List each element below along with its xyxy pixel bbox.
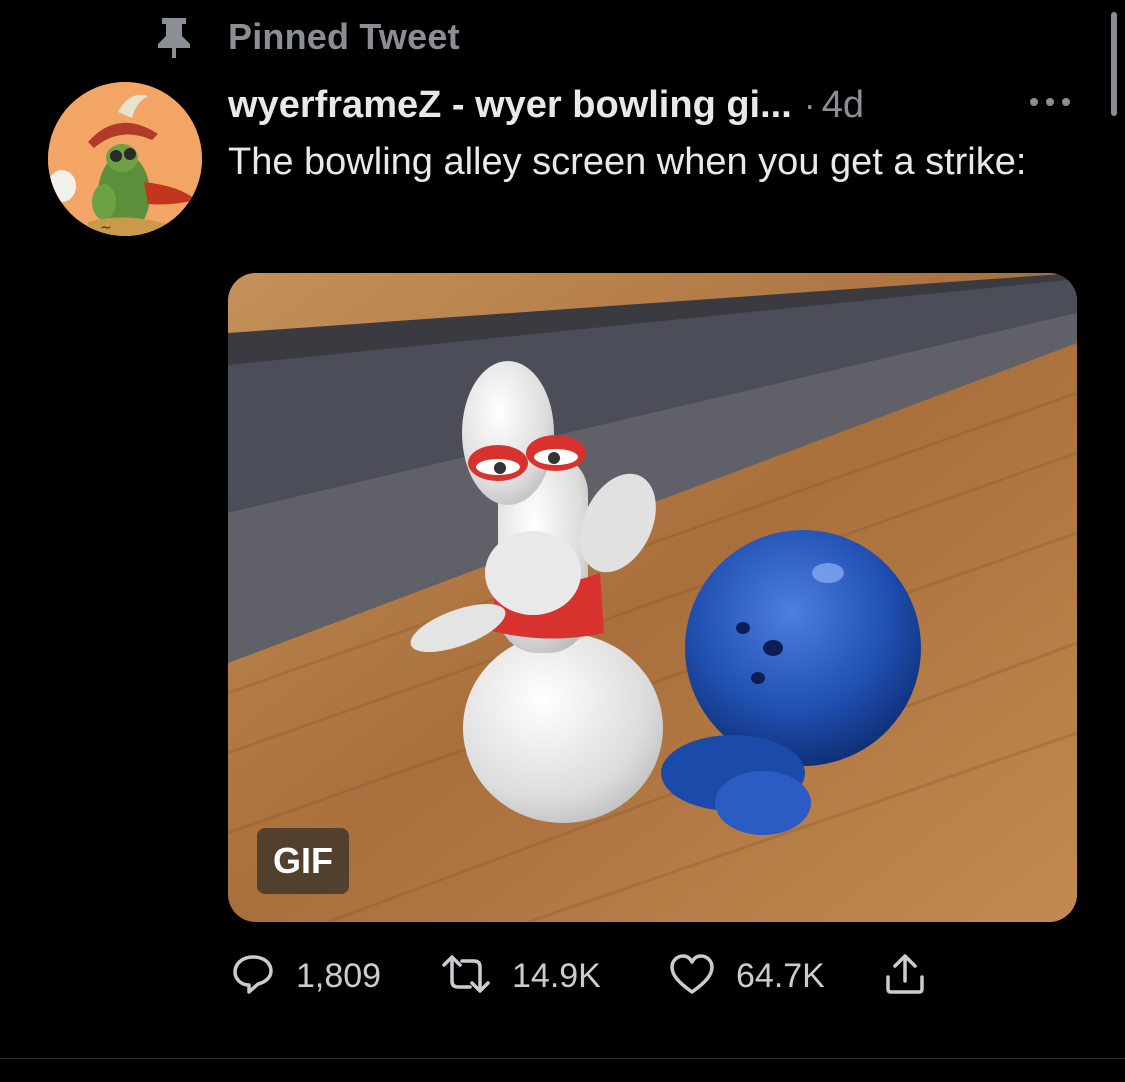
scrollbar[interactable] [1111,12,1117,116]
reply-button[interactable]: 1,809 [230,946,381,1006]
tweet-media-gif[interactable]: GIF [228,273,1077,922]
gif-frame [228,273,1077,922]
like-button[interactable]: 64.7K [668,946,825,1006]
retweet-icon [440,951,492,1002]
reply-icon [230,951,276,1002]
more-icon [1028,94,1072,112]
avatar[interactable]: ~ [48,82,202,236]
separator-dot: · [803,84,816,125]
divider [0,1058,1125,1059]
tweet-text: The bowling alley screen when you get a … [228,141,1027,183]
share-button[interactable] [882,946,928,1006]
pinned-label: Pinned Tweet [228,16,460,57]
retweet-button[interactable]: 14.9K [440,946,601,1006]
retweet-count: 14.9K [512,956,601,995]
tweet-header: wyerframeZ - wyer bowling gi... · 4d [228,78,1088,132]
like-count: 64.7K [736,956,825,995]
tweet-actions: 1,809 14.9K 64.7K [228,946,1088,1006]
svg-text:~: ~ [100,220,112,236]
pinned-tweet-indicator: Pinned Tweet [152,14,460,60]
tweet-timestamp[interactable]: 4d [822,84,864,127]
author-name[interactable]: wyerframeZ - wyer bowling gi... [228,84,792,127]
pin-icon [152,15,196,59]
reply-count: 1,809 [296,956,382,995]
heart-icon [668,951,716,1002]
share-icon [882,951,928,1002]
gif-badge: GIF [257,828,349,894]
more-options-button[interactable] [1026,88,1074,118]
